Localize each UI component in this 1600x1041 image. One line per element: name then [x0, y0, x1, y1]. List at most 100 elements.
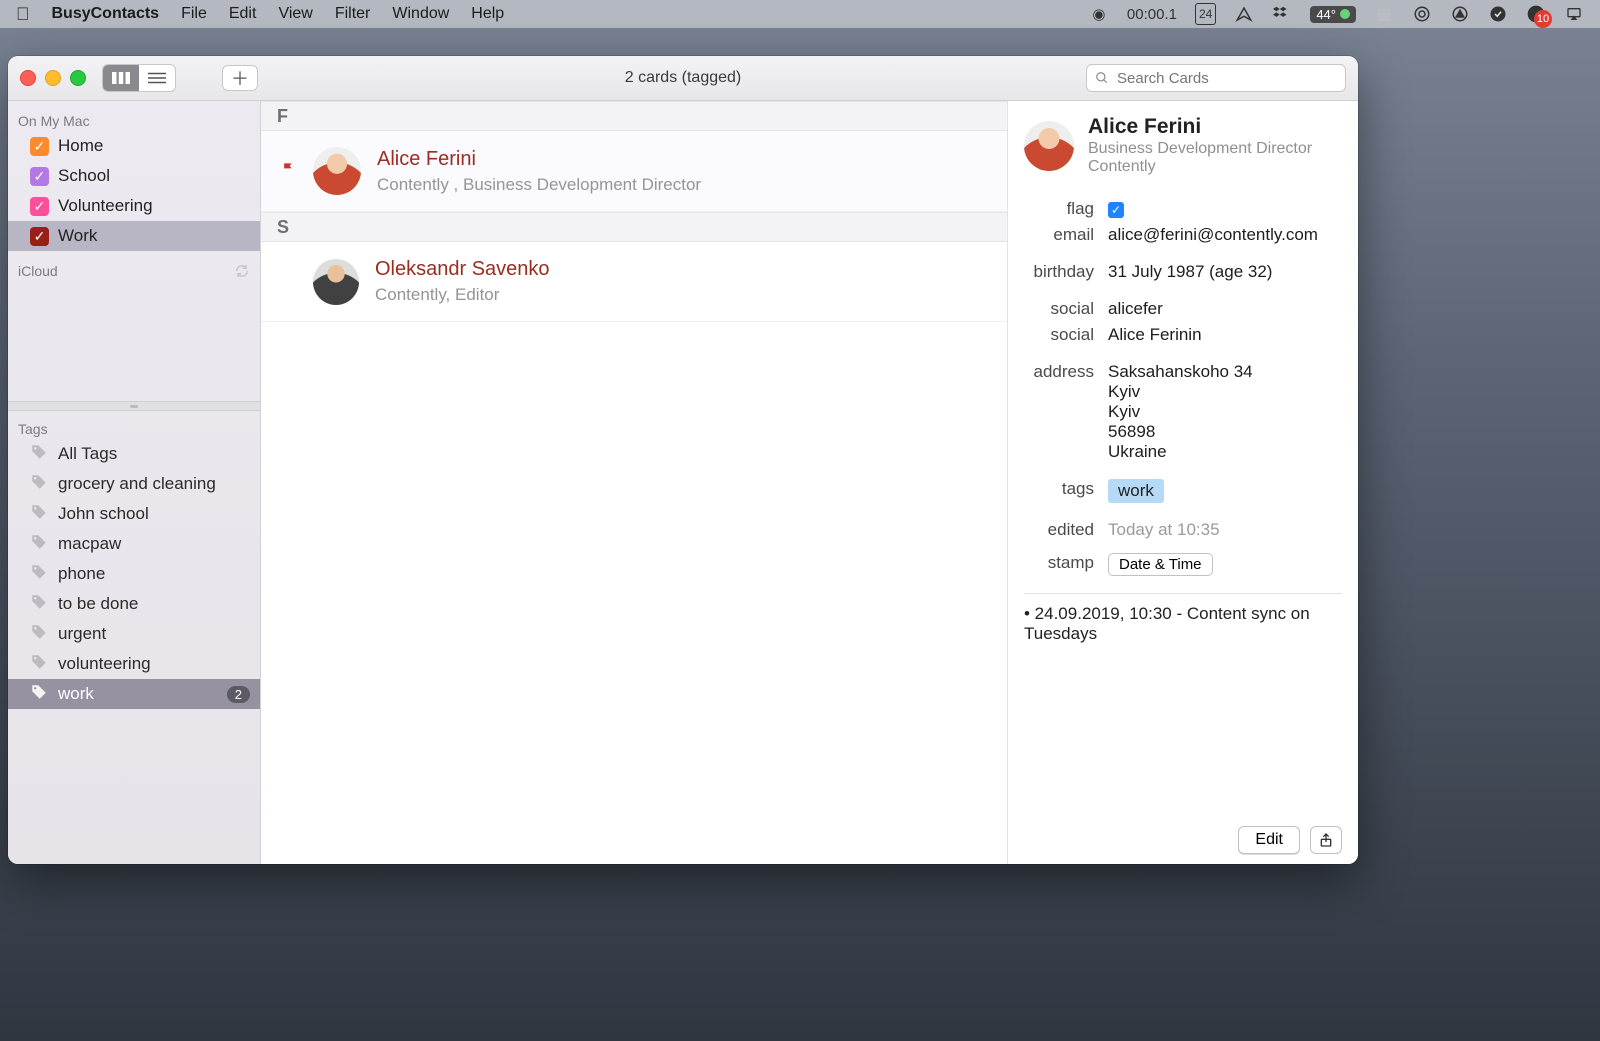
detail-company: Contently [1088, 158, 1312, 176]
sidebar-group-home[interactable]: ✓ Home [8, 131, 260, 161]
flag-checkbox[interactable]: ✓ [1108, 202, 1124, 218]
record-icon[interactable]: ◉ [1089, 4, 1109, 24]
menu-help[interactable]: Help [471, 5, 504, 23]
add-card-button[interactable]: ＋ [222, 65, 258, 91]
card-subtitle: Contently , Business Development Directo… [377, 175, 701, 195]
search-input[interactable] [1115, 69, 1337, 88]
sidebar-tag-volunteering[interactable]: volunteering [8, 649, 260, 679]
sidebar-tag-johnschool[interactable]: John school [8, 499, 260, 529]
sidebar-tag-macpaw[interactable]: macpaw [8, 529, 260, 559]
search-field[interactable] [1086, 64, 1346, 92]
window-close-button[interactable] [20, 70, 36, 86]
detail-value-email[interactable]: alice@ferini@contently.com [1108, 225, 1342, 245]
card-name: Alice Ferini [377, 148, 701, 171]
mac-menubar:  BusyContacts File Edit View Filter Win… [0, 0, 1600, 28]
tag-icon [30, 593, 48, 616]
detail-label-address: address [1024, 362, 1094, 382]
card-list: F Alice Ferini Contently , Business Deve… [261, 101, 1008, 864]
app-name[interactable]: BusyContacts [52, 5, 160, 23]
checkbox-icon: ✓ [30, 137, 49, 156]
triangle-icon[interactable] [1450, 4, 1470, 24]
detail-job: Business Development Director [1088, 140, 1312, 158]
menu-file[interactable]: File [181, 5, 207, 23]
detail-value-social1[interactable]: alicefer [1108, 299, 1342, 319]
detail-label-social: social [1024, 299, 1094, 319]
menu-view[interactable]: View [278, 5, 312, 23]
cloud-sync-icon[interactable]: ▥ [1374, 4, 1394, 24]
sidebar-section-title-icloud: iCloud [8, 257, 260, 281]
weather-temp-pill[interactable]: 44° [1310, 6, 1356, 23]
detail-notes[interactable]: • 24.09.2019, 10:30 - Content sync on Tu… [1024, 593, 1342, 644]
tag-icon [30, 683, 48, 706]
sidebar-splitter[interactable] [8, 401, 260, 411]
app-window: ＋ 2 cards (tagged) On My Mac ✓ Home ✓ Sc… [8, 56, 1358, 864]
sidebar-tag-phone[interactable]: phone [8, 559, 260, 589]
notif-icon[interactable]: 10 [1526, 4, 1546, 24]
detail-value-edited: Today at 10:35 [1108, 520, 1342, 540]
card-row[interactable]: Oleksandr Savenko Contently, Editor [261, 242, 1007, 322]
window-titlebar: ＋ 2 cards (tagged) [8, 56, 1358, 101]
layout-list-button[interactable] [139, 65, 175, 91]
menu-edit[interactable]: Edit [229, 5, 257, 23]
detail-value-birthday: 31 July 1987 (age 32) [1108, 262, 1342, 282]
tag-icon [30, 443, 48, 466]
notif-badge: 10 [1534, 10, 1552, 28]
window-zoom-button[interactable] [70, 70, 86, 86]
sidebar-tag-label: grocery and cleaning [58, 474, 216, 494]
calendar-date-icon[interactable]: 24 [1195, 3, 1216, 25]
layout-segmented-control[interactable] [102, 64, 176, 92]
avatar [1024, 121, 1074, 171]
sidebar-section-onmymac: On My Mac ✓ Home ✓ School ✓ Volunteering… [8, 101, 260, 251]
sidebar-group-volunteering[interactable]: ✓ Volunteering [8, 191, 260, 221]
sidebar-section-title-tags: Tags [8, 415, 260, 439]
sidebar-tag-tobedone[interactable]: to be done [8, 589, 260, 619]
edit-button[interactable]: Edit [1238, 826, 1300, 854]
checkbox-icon: ✓ [30, 227, 49, 246]
layout-columns-button[interactable] [103, 65, 139, 91]
dropbox-icon[interactable] [1272, 4, 1292, 24]
sidebar-tag-label: work [58, 684, 94, 704]
apple-menu-icon[interactable]:  [16, 4, 30, 25]
avatar [313, 259, 359, 305]
detail-pane: Alice Ferini Business Development Direct… [1008, 101, 1358, 864]
sidebar-section-title-onmymac: On My Mac [8, 107, 260, 131]
sidebar-tag-label: to be done [58, 594, 138, 614]
timer-readout: 00:00.1 [1127, 6, 1177, 23]
sidebar-tag-grocery[interactable]: grocery and cleaning [8, 469, 260, 499]
sync-icon[interactable] [234, 263, 250, 279]
sidebar-tag-label: John school [58, 504, 149, 524]
sidebar-group-label: School [58, 166, 110, 186]
sidebar-group-school[interactable]: ✓ School [8, 161, 260, 191]
sidebar-section-icloud: iCloud [8, 251, 260, 281]
sidebar-tag-urgent[interactable]: urgent [8, 619, 260, 649]
tag-icon [30, 623, 48, 646]
checkbox-icon: ✓ [30, 167, 49, 186]
card-subtitle: Contently, Editor [375, 285, 550, 305]
card-row[interactable]: Alice Ferini Contently , Business Develo… [261, 131, 1007, 212]
sidebar-tag-label: phone [58, 564, 105, 584]
share-button[interactable] [1310, 826, 1342, 854]
airplay-icon[interactable] [1564, 4, 1584, 24]
sidebar-tag-work[interactable]: work 2 [8, 679, 260, 709]
menu-window[interactable]: Window [392, 5, 449, 23]
tag-pill[interactable]: work [1108, 479, 1164, 503]
check-circle-icon[interactable] [1488, 4, 1508, 24]
detail-value-social2[interactable]: Alice Ferinin [1108, 325, 1342, 345]
stamp-button[interactable]: Date & Time [1108, 553, 1213, 576]
send-icon[interactable] [1234, 4, 1254, 24]
camera-icon[interactable] [1412, 4, 1432, 24]
tag-count-badge: 2 [227, 686, 250, 703]
tag-icon [30, 563, 48, 586]
detail-label-email: email [1024, 225, 1094, 245]
search-icon [1095, 71, 1109, 85]
sidebar-group-work[interactable]: ✓ Work [8, 221, 260, 251]
tag-icon [30, 533, 48, 556]
menu-filter[interactable]: Filter [335, 5, 371, 23]
list-section-letter: F [261, 101, 1007, 131]
detail-label-stamp: stamp [1024, 553, 1094, 573]
tag-icon [30, 473, 48, 496]
sidebar-tag-all[interactable]: All Tags [8, 439, 260, 469]
sidebar-group-label: Home [58, 136, 103, 156]
window-minimize-button[interactable] [45, 70, 61, 86]
detail-label-tags: tags [1024, 479, 1094, 499]
